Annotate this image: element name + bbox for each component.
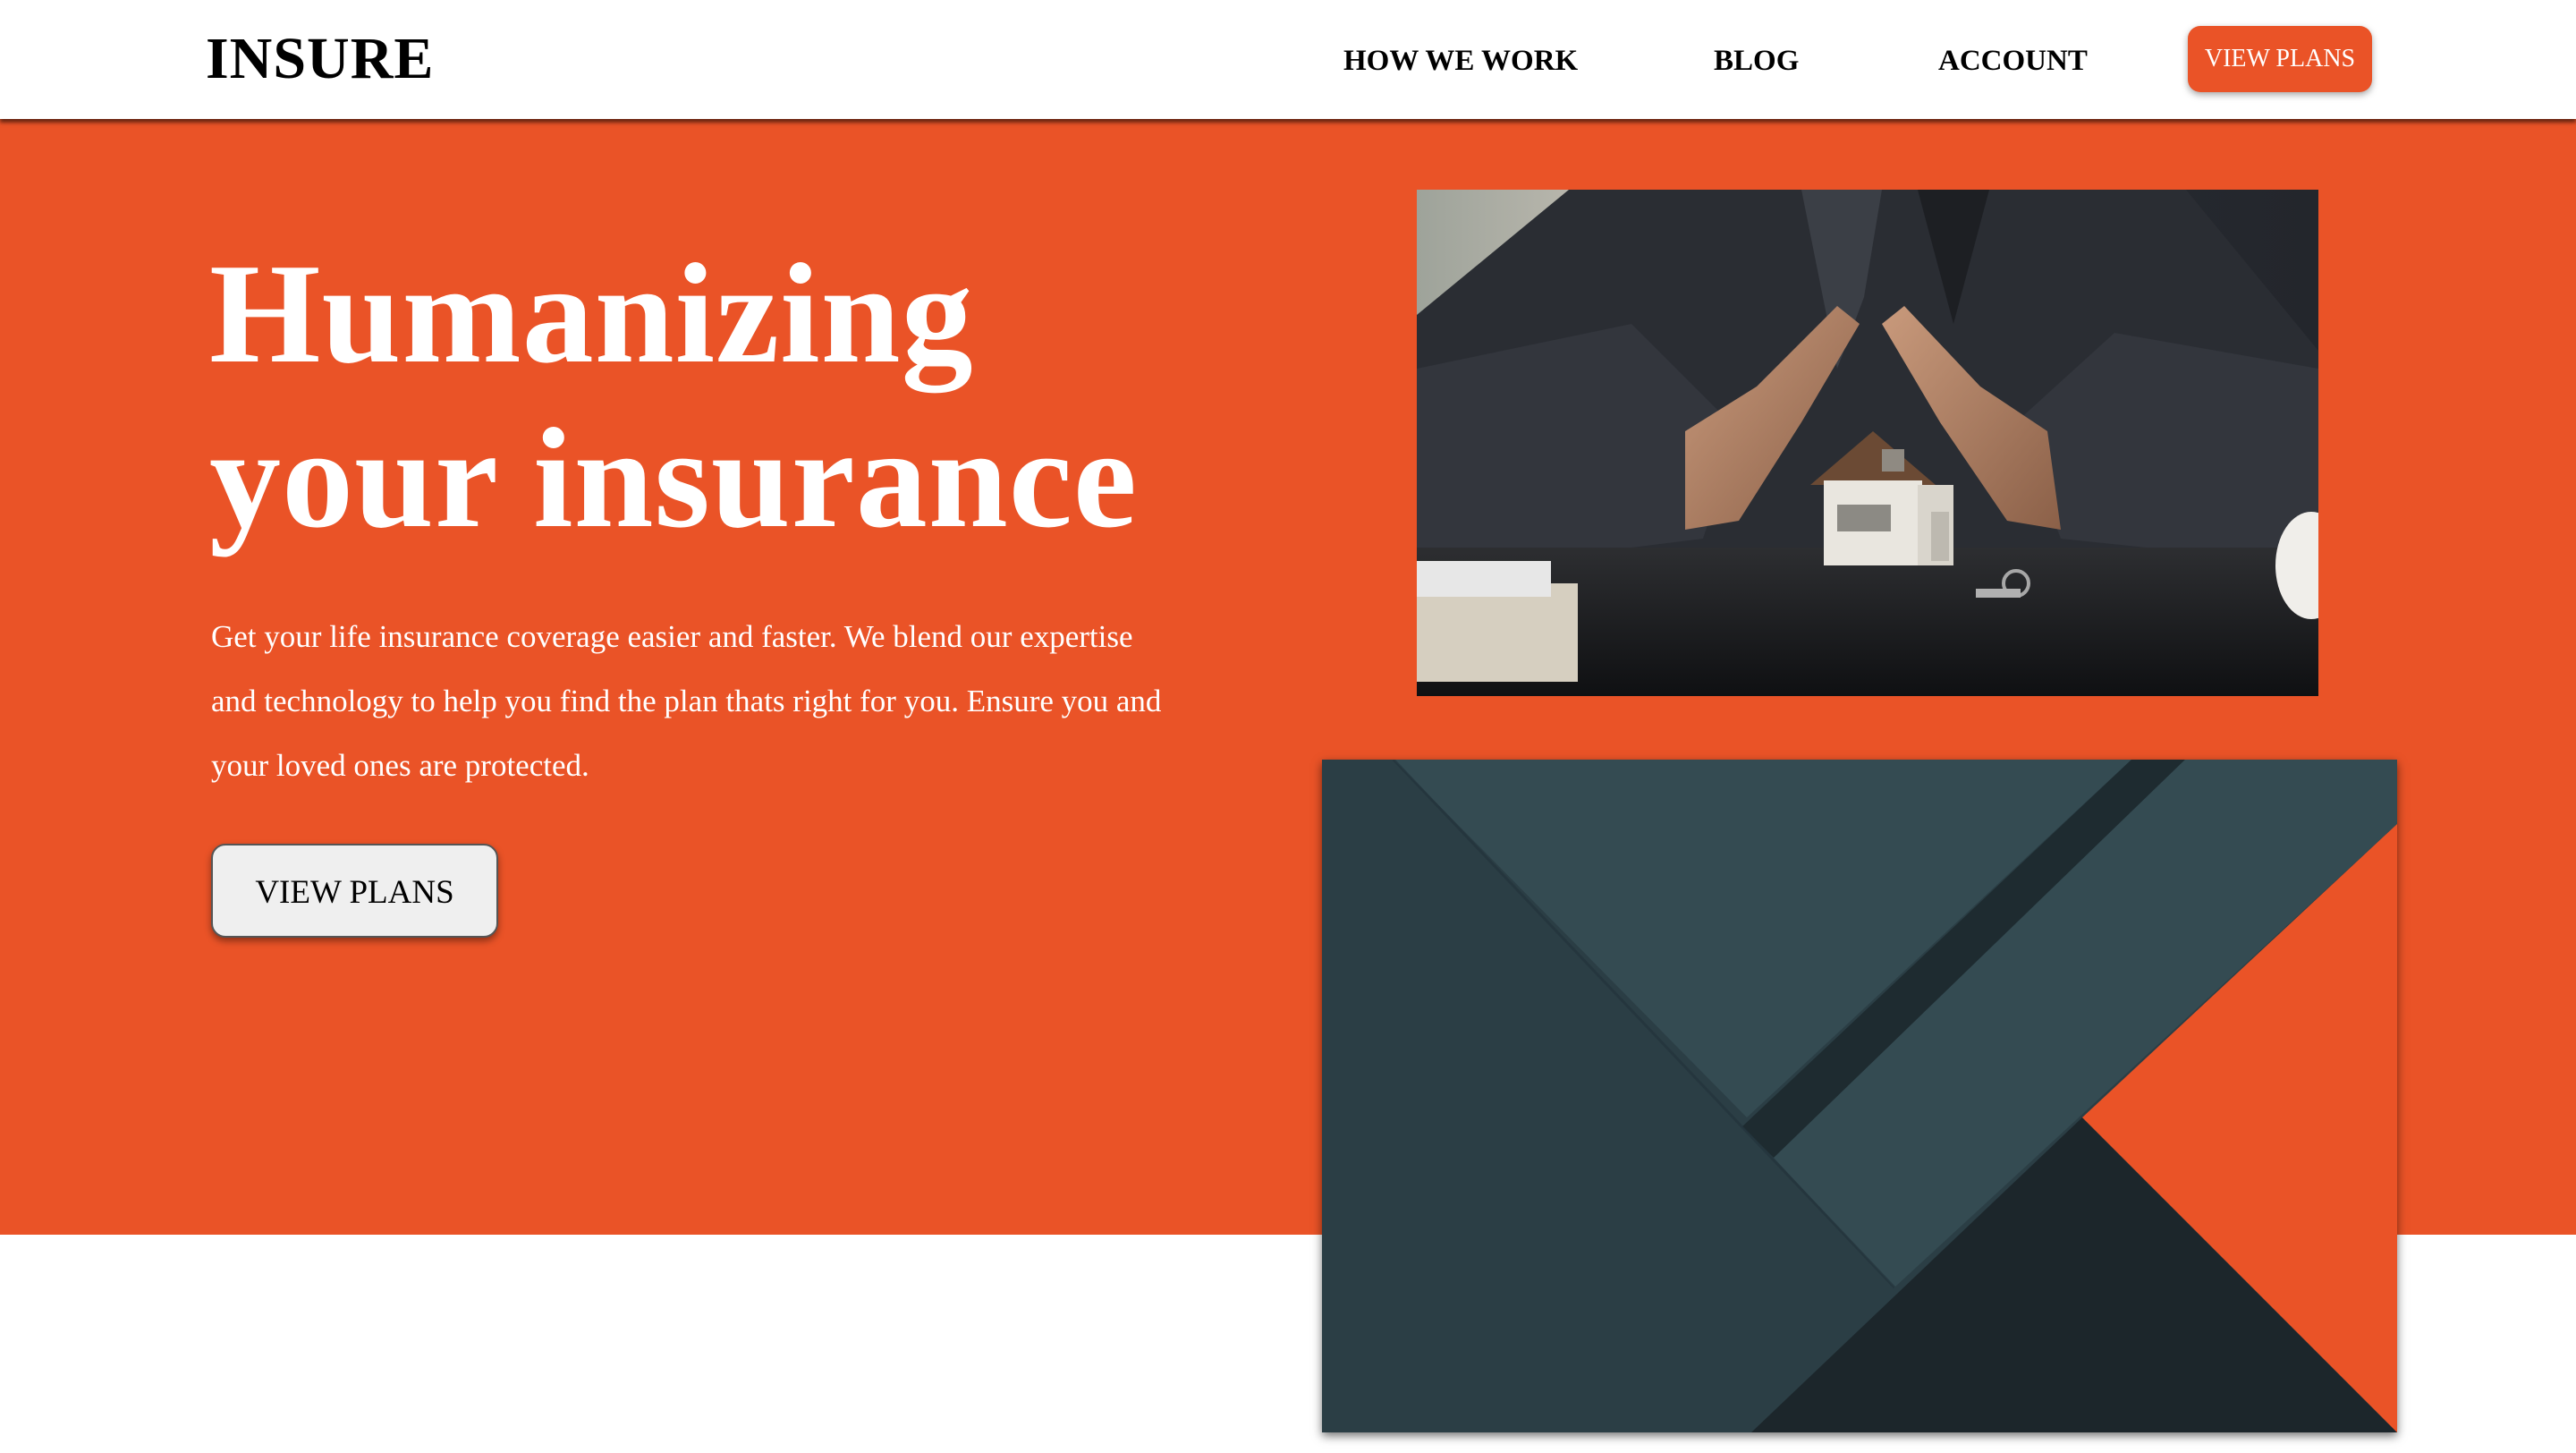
top-navbar: INSURE HOW WE WORK BLOG ACCOUNT VIEW PLA…: [0, 0, 2576, 119]
hero-description: Get your life insurance coverage easier …: [211, 619, 1162, 783]
hero-title: Humanizing your insurance: [209, 234, 1138, 557]
nav-link-blog[interactable]: BLOG: [1714, 43, 1799, 79]
nav-view-plans-button[interactable]: VIEW PLANS: [2188, 26, 2372, 92]
nav-link-account[interactable]: ACCOUNT: [1938, 43, 2088, 79]
nav-link-how-we-work[interactable]: HOW WE WORK: [1343, 43, 1578, 79]
abstract-geometric-graphic: [1322, 760, 2397, 1432]
hands-over-house-photo: [1417, 190, 2318, 696]
logo[interactable]: INSURE: [206, 25, 434, 93]
hero-view-plans-button[interactable]: VIEW PLANS: [211, 844, 498, 938]
